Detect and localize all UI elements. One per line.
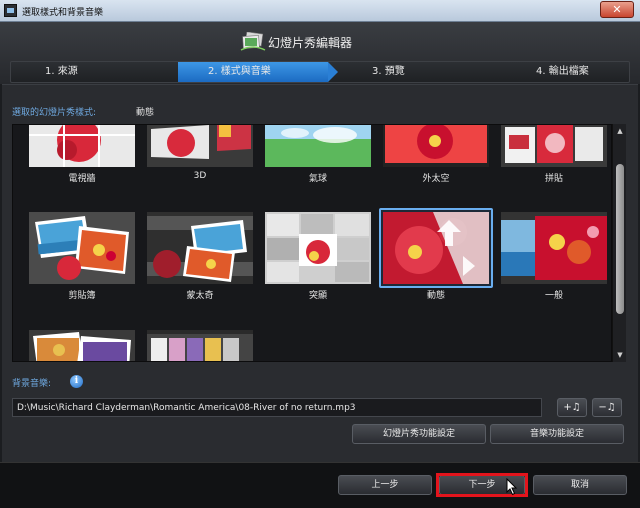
style-gallery[interactable]: 電視牆 3D 氣球 外太空 拼貼 剪貼簿 蒙太奇 突顯 動態 一般 <box>12 124 612 362</box>
scroll-down-arrow-icon[interactable]: ▼ <box>615 350 625 360</box>
slideshow-settings-button[interactable]: 幻燈片秀功能設定 <box>352 424 486 444</box>
gallery-scrollbar[interactable]: ▲ ▼ <box>612 124 626 362</box>
music-path-field[interactable] <box>12 398 542 417</box>
window-title: 選取樣式和背景音樂 <box>22 8 104 18</box>
close-button[interactable]: ✕ <box>600 1 634 18</box>
style-name: 氣球 <box>308 174 327 184</box>
style-thumb-outer-space[interactable]: 外太空 <box>383 125 489 184</box>
mouse-pointer-icon <box>506 478 518 496</box>
style-thumb-dynamic[interactable]: 動態 <box>383 212 489 301</box>
style-name: 拼貼 <box>544 174 563 184</box>
style-thumb-normal[interactable]: 一般 <box>501 212 607 301</box>
app-title: 幻燈片秀編輯器 <box>268 36 353 50</box>
style-name: 3D <box>193 171 207 181</box>
music-settings-button[interactable]: 音樂功能設定 <box>490 424 624 444</box>
step-preview[interactable]: 3. 預覽 <box>372 62 405 82</box>
style-name: 外太空 <box>422 174 450 184</box>
scroll-up-arrow-icon[interactable]: ▲ <box>615 126 625 136</box>
style-thumb-12[interactable] <box>147 330 253 361</box>
background-music-label: 背景音樂: <box>12 379 52 389</box>
step-output[interactable]: 4. 輸出檔案 <box>536 62 589 82</box>
style-name: 突顯 <box>308 291 327 301</box>
style-name: 動態 <box>426 291 445 301</box>
selected-style-label: 選取的幻燈片秀樣式: <box>12 108 97 118</box>
selected-style-value: 動態 <box>136 108 155 118</box>
style-thumb-3d[interactable]: 3D <box>147 125 253 181</box>
remove-music-button[interactable]: −♫ <box>592 398 622 417</box>
style-thumb-scrapbook[interactable]: 剪貼簿 <box>29 212 135 301</box>
style-thumb-montage[interactable]: 蒙太奇 <box>147 212 253 301</box>
info-icon[interactable]: i <box>70 375 83 388</box>
style-thumb-tv-wall[interactable]: 電視牆 <box>29 125 135 184</box>
style-thumb-balloon[interactable]: 氣球 <box>265 125 371 184</box>
style-thumb-collage[interactable]: 拼貼 <box>501 125 607 184</box>
back-button[interactable]: 上一步 <box>338 475 432 495</box>
style-name: 剪貼簿 <box>68 291 96 301</box>
slideshow-logo-icon <box>240 32 266 51</box>
style-thumb-highlight[interactable]: 突顯 <box>265 212 371 301</box>
style-name: 電視牆 <box>68 174 96 184</box>
step-source[interactable]: 1. 來源 <box>45 62 78 82</box>
style-name: 蒙太奇 <box>186 291 214 301</box>
cancel-button[interactable]: 取消 <box>533 475 627 495</box>
app-icon <box>4 4 17 17</box>
add-music-button[interactable]: +♫ <box>557 398 587 417</box>
title-bar: 選取樣式和背景音樂 ✕ <box>0 0 640 22</box>
step-progress-bar: 1. 來源 2. 樣式與音樂 3. 預覽 4. 輸出檔案 <box>10 61 630 83</box>
step-style-music[interactable]: 2. 樣式與音樂 <box>208 62 271 82</box>
style-name: 一般 <box>544 291 563 301</box>
scroll-thumb[interactable] <box>616 164 624 314</box>
style-thumb-11[interactable] <box>29 330 135 361</box>
